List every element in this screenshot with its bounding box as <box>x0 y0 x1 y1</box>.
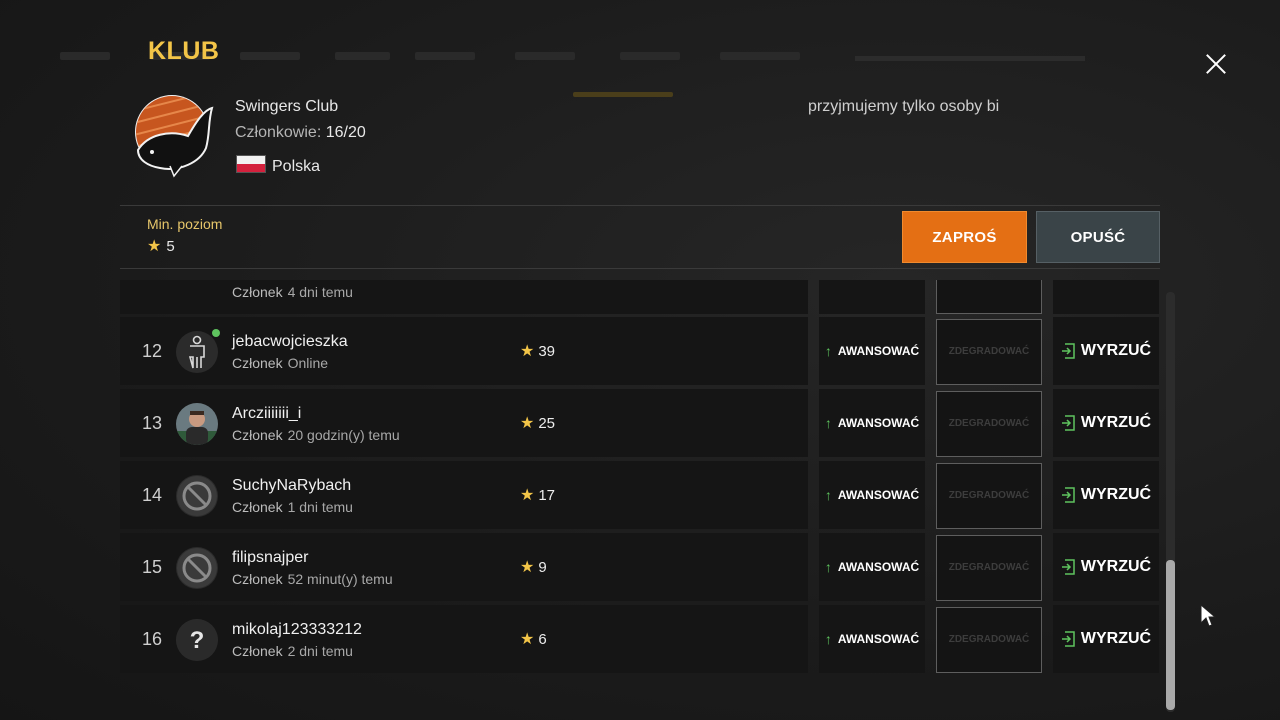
member-main-cell[interactable]: 13 Arcziiiiiii_i Członek 20 godzin(y) tem… <box>120 389 808 457</box>
exit-icon <box>1061 631 1075 647</box>
kick-button[interactable] <box>1053 280 1159 314</box>
member-nickname[interactable]: mikolaj123333212 <box>232 621 362 639</box>
member-nickname[interactable]: SuchyNaRybach <box>232 477 351 495</box>
close-icon[interactable] <box>1200 48 1232 80</box>
member-status: Członek 20 godzin(y) temu <box>232 427 400 443</box>
members-value: 16/20 <box>325 124 366 141</box>
person-silhouette-icon <box>176 331 218 373</box>
member-level: ★ 9 <box>520 558 547 576</box>
member-nickname[interactable]: filipsnajper <box>232 549 308 567</box>
member-status: Członek Online <box>232 355 329 371</box>
kick-button[interactable]: WYRZUĆ <box>1053 605 1159 673</box>
star-icon: ★ <box>520 486 535 504</box>
list-item: 14 SuchyNaRybach Członek 1 dni temu ★ 17 ↑… <box>120 461 1162 529</box>
promote-button[interactable]: ↑ AWANSOWAĆ <box>819 533 925 601</box>
list-item: 15 filipsnajper Członek 52 minut(y) temu … <box>120 533 1162 601</box>
kick-button[interactable]: WYRZUĆ <box>1053 533 1159 601</box>
divider-top <box>120 205 1160 206</box>
club-description: przyjmujemy tylko osoby bi <box>808 98 1000 115</box>
min-level-label: Min. poziom <box>147 216 223 232</box>
demote-button[interactable]: ZDEGRADOWAĆ <box>936 535 1042 601</box>
question-mark-icon: ? <box>176 619 218 661</box>
list-item: Członek 4 dni temu <box>120 280 1162 314</box>
promote-button[interactable] <box>819 280 925 314</box>
member-level: ★ 17 <box>520 486 556 504</box>
member-main-cell[interactable]: 16 ? mikolaj123333212 Członek 2 dni temu … <box>120 605 808 673</box>
member-status: Członek 52 minut(y) temu <box>232 571 393 587</box>
demote-button[interactable]: ZDEGRADOWAĆ <box>936 319 1042 385</box>
star-icon: ★ <box>147 237 162 255</box>
demote-button[interactable]: ZDEGRADOWAĆ <box>936 463 1042 529</box>
exit-icon <box>1061 559 1075 575</box>
background-tab-indicator <box>573 92 673 97</box>
arrow-up-icon: ↑ <box>824 487 832 503</box>
club-name: Swingers Club <box>235 98 339 115</box>
member-level: ★ 25 <box>520 414 556 432</box>
club-logo <box>135 95 214 178</box>
star-icon: ★ <box>520 630 535 648</box>
list-item: 13 Arcziiiiiii_i Członek 20 godzin(y) tem… <box>120 389 1162 457</box>
members-label: Członkowie: <box>235 124 322 141</box>
arrow-up-icon: ↑ <box>824 559 832 575</box>
min-level-number: 5 <box>166 238 175 255</box>
promote-button[interactable]: ↑ AWANSOWAĆ <box>819 605 925 673</box>
kick-button[interactable]: WYRZUĆ <box>1053 461 1159 529</box>
member-level: ★ 6 <box>520 630 547 648</box>
photo-avatar <box>176 403 218 445</box>
member-status: Członek 1 dni temu <box>232 499 353 515</box>
exit-icon <box>1061 343 1075 359</box>
star-icon: ★ <box>520 558 535 576</box>
arrow-up-icon: ↑ <box>824 415 832 431</box>
demote-button[interactable] <box>936 280 1042 314</box>
member-rank: 15 <box>141 557 163 577</box>
list-item: 16 ? mikolaj123333212 Członek 2 dni temu … <box>120 605 1162 673</box>
blocked-icon <box>176 475 218 517</box>
member-nickname[interactable]: jebacwojcieszka <box>232 333 348 351</box>
member-nickname[interactable]: Arcziiiiiii_i <box>232 405 301 423</box>
member-main-cell[interactable]: 15 filipsnajper Członek 52 minut(y) temu … <box>120 533 808 601</box>
mouse-cursor-icon <box>1200 604 1216 627</box>
club-members: Członkowie: 16/20 <box>235 124 366 142</box>
blocked-icon <box>176 547 218 589</box>
member-rank: 14 <box>141 485 163 505</box>
member-rank: 16 <box>141 629 163 649</box>
member-rank: 12 <box>141 341 163 361</box>
poland-flag-icon <box>236 155 266 173</box>
demote-button[interactable]: ZDEGRADOWAĆ <box>936 391 1042 457</box>
exit-icon <box>1061 415 1075 431</box>
member-main-cell: Członek 4 dni temu <box>120 280 808 314</box>
member-level: ★ 39 <box>520 342 556 360</box>
promote-button[interactable]: ↑ AWANSOWAĆ <box>819 389 925 457</box>
kick-button[interactable]: WYRZUĆ <box>1053 317 1159 385</box>
invite-button[interactable]: ZAPROŚ <box>902 211 1027 263</box>
min-level-value: ★ 5 <box>147 238 175 255</box>
divider-bottom <box>120 268 1160 269</box>
promote-button[interactable]: ↑ AWANSOWAĆ <box>819 317 925 385</box>
online-indicator <box>212 329 220 337</box>
member-status: Członek 4 dni temu <box>232 284 353 300</box>
arrow-up-icon: ↑ <box>824 631 832 647</box>
background-player-panel <box>855 36 1095 86</box>
member-rank: 13 <box>141 413 163 433</box>
scrollbar-thumb[interactable] <box>1166 560 1175 710</box>
leave-button[interactable]: OPUŚĆ <box>1036 211 1160 263</box>
arrow-up-icon: ↑ <box>824 343 832 359</box>
member-list[interactable]: Członek 4 dni temu 12 jebacwojcieszka Czł… <box>120 280 1162 674</box>
kick-button[interactable]: WYRZUĆ <box>1053 389 1159 457</box>
demote-button[interactable]: ZDEGRADOWAĆ <box>936 607 1042 673</box>
member-main-cell[interactable]: 12 jebacwojcieszka Członek Online ★ 39 <box>120 317 808 385</box>
member-status: Członek 2 dni temu <box>232 643 353 659</box>
modal-title: KLUB <box>148 37 220 65</box>
star-icon: ★ <box>520 342 535 360</box>
star-icon: ★ <box>520 414 535 432</box>
svg-text:?: ? <box>190 627 205 654</box>
list-item: 12 jebacwojcieszka Członek Online ★ 39 ↑ AW… <box>120 317 1162 385</box>
exit-icon <box>1061 487 1075 503</box>
member-main-cell[interactable]: 14 SuchyNaRybach Członek 1 dni temu ★ 17 <box>120 461 808 529</box>
club-country: Polska <box>272 158 321 175</box>
promote-button[interactable]: ↑ AWANSOWAĆ <box>819 461 925 529</box>
